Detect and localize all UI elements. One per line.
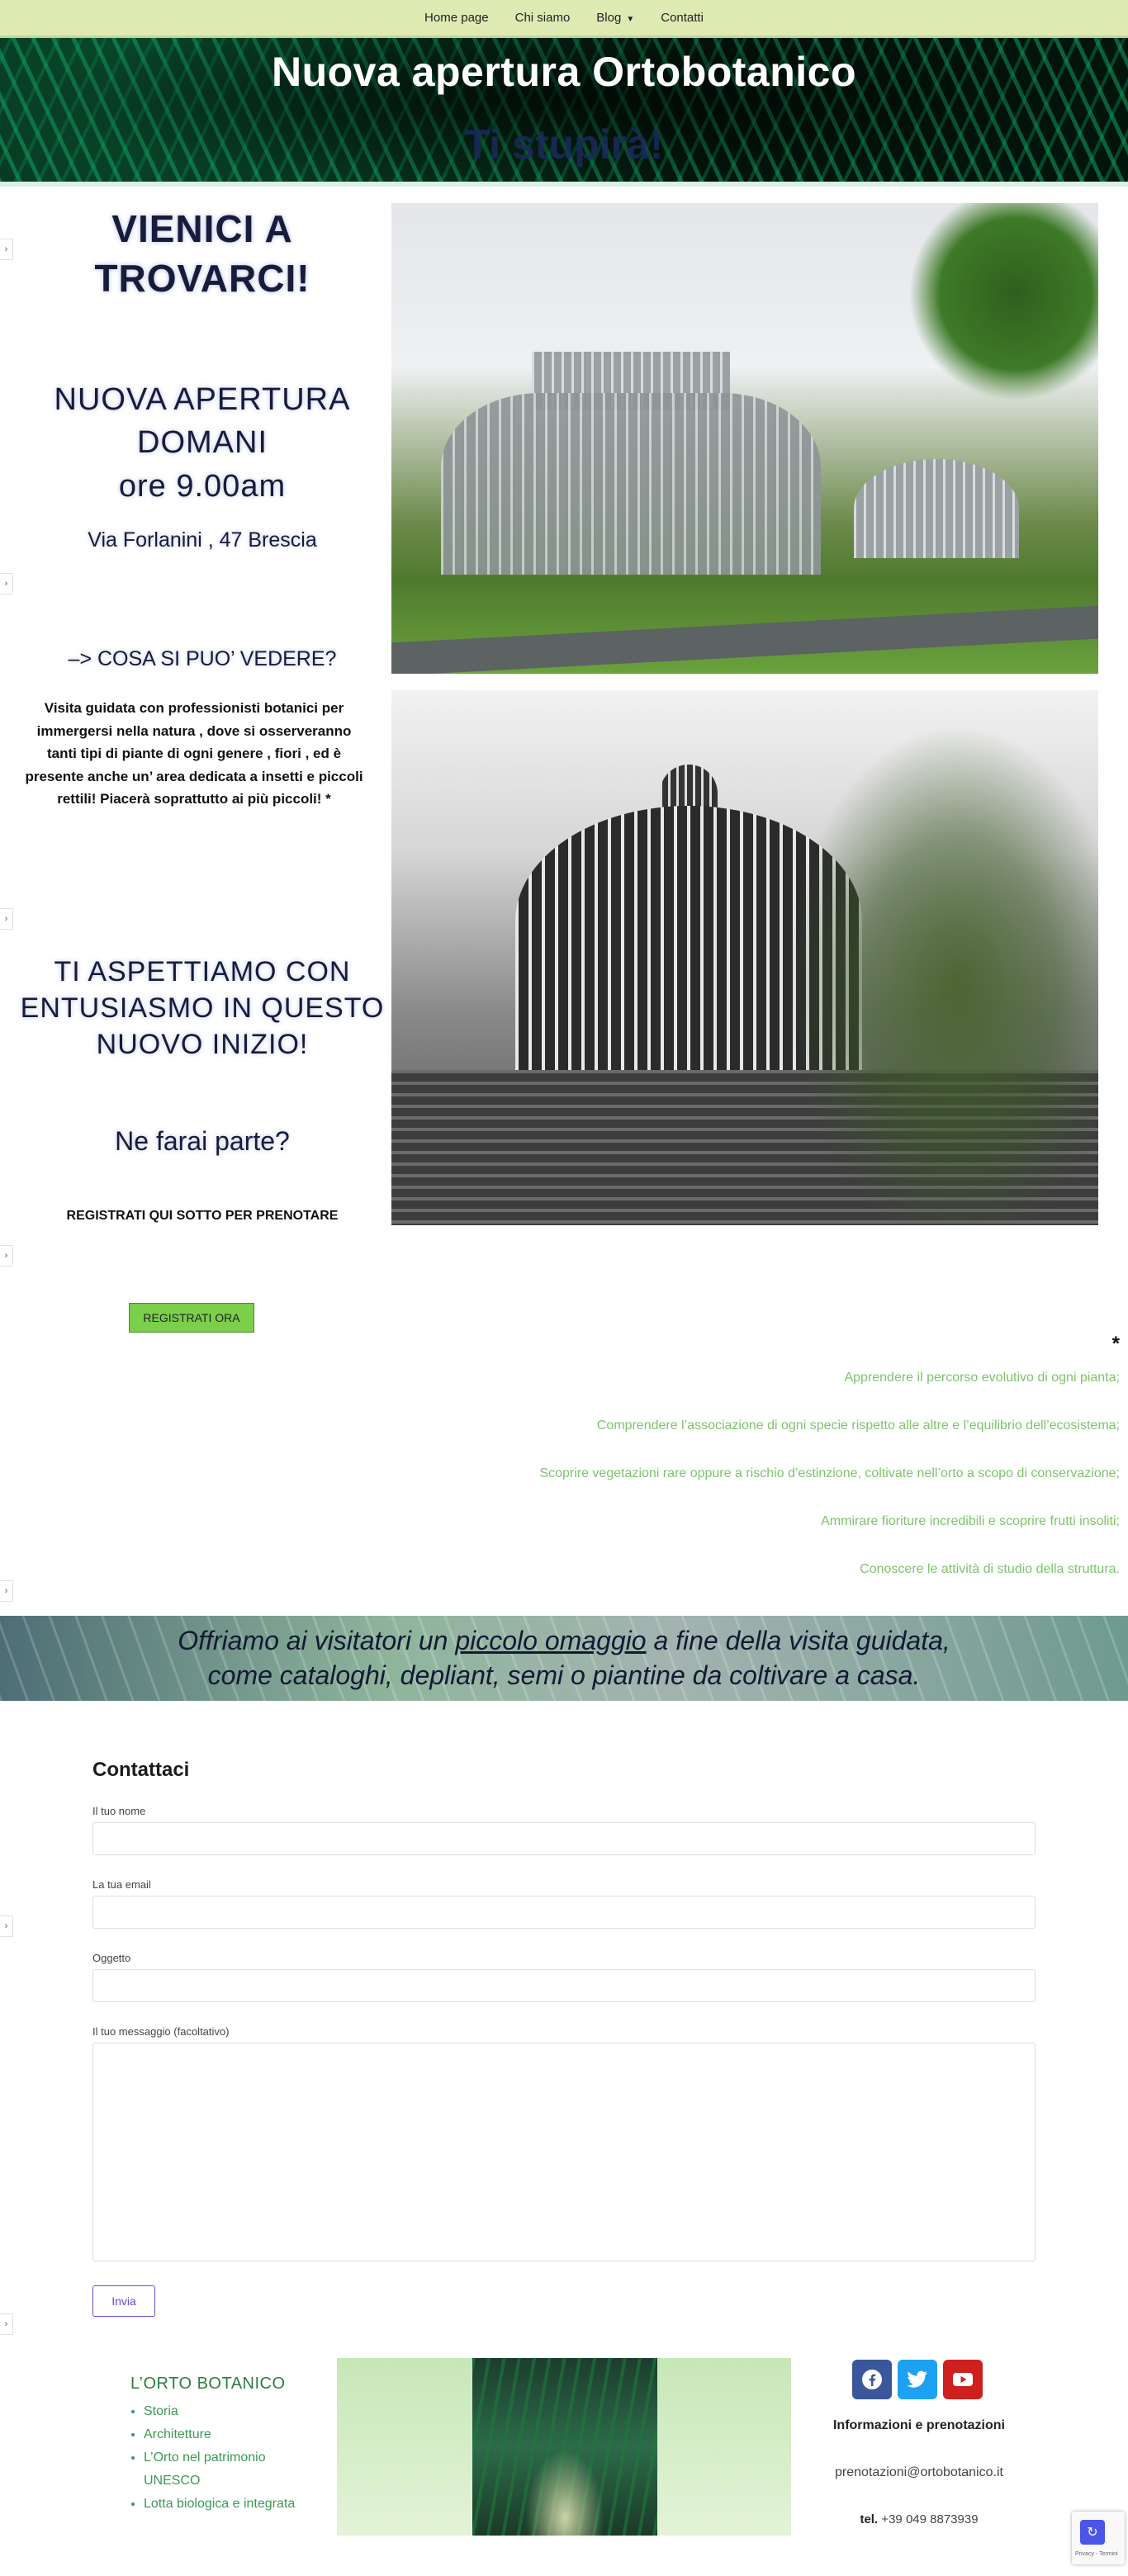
feature-item: Apprendere il percorso evolutivo di ogni… xyxy=(844,1371,1120,1385)
section-toggle-arrow[interactable]: › xyxy=(0,908,13,930)
gift-text-before: Offriamo ai visitatori un xyxy=(178,1626,456,1655)
footer-link-item: Storia xyxy=(144,2400,310,2423)
submit-button[interactable]: Invia xyxy=(92,2285,155,2317)
nav-contatti[interactable]: Contatti xyxy=(661,11,704,25)
footer-image-panel xyxy=(337,2358,791,2536)
visit-title: VIENICI A TROVARCI! xyxy=(94,207,310,300)
garden-path xyxy=(391,605,1098,674)
address: Via Forlanini , 47 Brescia xyxy=(88,528,317,552)
section-toggle-arrow[interactable]: › xyxy=(0,1245,13,1267)
gift-text-line2: come cataloghi, depliant, semi o piantin… xyxy=(207,1660,921,1690)
feature-item: Comprendere l’associazione di ogni speci… xyxy=(596,1418,1120,1432)
feature-item: Conoscere le attività di studio della st… xyxy=(860,1562,1120,1576)
subject-label: Oggetto xyxy=(92,1952,131,1964)
gift-link[interactable]: piccolo omaggio xyxy=(455,1626,646,1655)
what-to-see-heading: –> COSA SI PUO’ VEDERE? xyxy=(68,647,337,670)
message-textarea[interactable] xyxy=(92,2043,1036,2261)
recaptcha-links[interactable]: Privacy - Termini xyxy=(1075,2551,1118,2557)
footer-link-item: Lotta biologica e integrata xyxy=(144,2493,310,2516)
footer-link-lotta[interactable]: Lotta biologica e integrata xyxy=(144,2497,295,2511)
footer-title: L’ORTO BOTANICO xyxy=(130,2375,286,2393)
nav-blog-label: Blog xyxy=(596,11,622,25)
footer-link-architetture[interactable]: Architetture xyxy=(144,2427,211,2441)
top-navigation: Home page Chi siamo Blog ▼ Contatti xyxy=(0,0,1128,38)
register-note: REGISTRATI QUI SOTTO PER PRENOTARE xyxy=(66,1209,339,1223)
contact-form: Contattaci Il tuo nome La tua email Ogge… xyxy=(92,1759,1036,2261)
gift-text-after: a fine della visita guidata, xyxy=(646,1626,950,1655)
hero-banner: Nuova apertura Ortobotanico Ti stupirà! xyxy=(0,38,1128,187)
palm-house-photo xyxy=(391,690,1098,1225)
hero-subtitle: Ti stupirà! xyxy=(464,121,664,168)
gift-banner: Offriamo ai visitatori un piccolo omaggi… xyxy=(0,1616,1128,1701)
greenhouse-photo xyxy=(391,203,1098,674)
section-toggle-arrow[interactable]: › xyxy=(0,1580,13,1602)
email-label: La tua email xyxy=(92,1878,151,1891)
footnote-asterisk: * xyxy=(1111,1333,1120,1355)
name-input[interactable] xyxy=(92,1822,1036,1855)
twitter-icon[interactable] xyxy=(898,2360,937,2399)
feature-item: Scoprire vegetazioni rare oppure a risch… xyxy=(539,1466,1120,1480)
feature-item: Ammirare fioriture incredibili e scoprir… xyxy=(821,1514,1120,1528)
nav-blog[interactable]: Blog ▼ xyxy=(596,11,634,25)
section-toggle-arrow[interactable]: › xyxy=(0,239,13,260)
chevron-down-icon: ▼ xyxy=(626,15,635,24)
nav-chi-siamo[interactable]: Chi siamo xyxy=(515,11,571,25)
footer-links: Storia Architetture L’Orto nel patrimoni… xyxy=(129,2400,310,2516)
footer-link-unesco[interactable]: L’Orto nel patrimonio UNESCO xyxy=(144,2451,266,2488)
facebook-icon[interactable] xyxy=(852,2360,892,2399)
name-label: Il tuo nome xyxy=(92,1805,146,1817)
section-toggle-arrow[interactable]: › xyxy=(0,2313,13,2335)
form-title: Contattaci xyxy=(92,1759,190,1781)
section-toggle-arrow[interactable]: › xyxy=(0,573,13,594)
hero-bottom-bar xyxy=(0,182,1128,187)
contact-phone: tel. +39 049 8873939 xyxy=(793,2512,1045,2526)
contact-email[interactable]: prenotazioni@ortobotanico.it xyxy=(793,2465,1045,2480)
features-list: Apprendere il percorso evolutivo di ogni… xyxy=(129,1371,1120,1610)
register-button[interactable]: REGISTRATI ORA xyxy=(129,1303,254,1333)
await-message: TI ASPETTIAMO CON ENTUSIASMO IN QUESTO N… xyxy=(20,956,385,1061)
hero-title: Nuova apertura Ortobotanico xyxy=(271,49,857,95)
opening-line-1: NUOVA APERTURA DOMANI xyxy=(54,382,351,461)
blurred-foliage xyxy=(784,723,1098,1225)
tree-foliage xyxy=(908,203,1098,401)
subject-input[interactable] xyxy=(92,1969,1036,2002)
footer-link-item: Architetture xyxy=(144,2423,310,2446)
message-label: Il tuo messaggio (facoltativo) xyxy=(92,2025,230,2038)
tel-label: tel. xyxy=(860,2512,879,2526)
footer-link-storia[interactable]: Storia xyxy=(144,2404,178,2418)
join-question: Ne farai parte? xyxy=(115,1126,290,1156)
visit-description: Visita guidata con professionisti botani… xyxy=(25,700,363,807)
greenhouse-main xyxy=(441,393,821,575)
email-input[interactable] xyxy=(92,1896,1036,1929)
info-title: Informazioni e prenotazioni xyxy=(832,2418,1005,2432)
nav-home[interactable]: Home page xyxy=(424,11,489,25)
recaptcha-badge[interactable]: ↻ Privacy - Termini xyxy=(1072,2512,1125,2564)
tel-number[interactable]: +39 049 8873939 xyxy=(881,2512,978,2526)
gift-text: Offriamo ai visitatori un piccolo omaggi… xyxy=(0,1624,1128,1693)
greenhouse-interior-photo xyxy=(472,2358,657,2536)
recaptcha-icon: ↻ xyxy=(1080,2520,1105,2545)
opening-title: NUOVA APERTURA DOMANI ore 9.00am xyxy=(17,378,388,508)
opening-line-2: ore 9.00am xyxy=(118,468,287,504)
section-toggle-arrow[interactable]: › xyxy=(0,1915,13,1937)
footer-link-item: L’Orto nel patrimonio UNESCO xyxy=(144,2446,310,2493)
greenhouse-wing xyxy=(854,459,1019,558)
youtube-icon[interactable] xyxy=(943,2360,983,2399)
